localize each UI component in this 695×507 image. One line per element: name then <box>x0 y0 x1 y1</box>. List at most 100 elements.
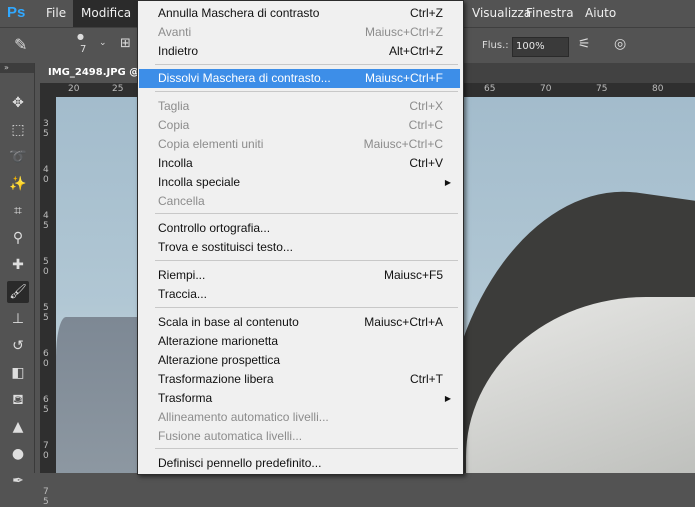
menu-item-label: Avanti <box>158 25 192 39</box>
ruler-tick-label: 6 0 <box>43 349 49 369</box>
menu-item-label: Trasformazione libera <box>158 372 274 386</box>
menu-item-label: Traccia... <box>158 287 207 301</box>
submenu-arrow-icon: ▶ <box>444 178 451 187</box>
menu-item[interactable]: Dissolvi Maschera di contrasto... Maiusc+… <box>139 69 460 88</box>
menu-item[interactable]: Incolla speciale ▶ <box>139 173 460 192</box>
paint-bucket-icon[interactable]: ⛾ <box>7 389 29 411</box>
brush-panel-icon[interactable]: ⊞ <box>120 36 131 51</box>
marquee-icon[interactable]: ⬚ <box>7 119 29 141</box>
menu-item[interactable]: Scala in base al contenuto Maiusc+Ctrl+A <box>139 313 460 332</box>
menu-item[interactable]: Incolla Ctrl+V <box>139 154 460 173</box>
menu-file[interactable]: File <box>38 0 74 27</box>
eyedropper-icon[interactable]: ⚲ <box>7 227 29 249</box>
ruler-tick-label: 5 0 <box>43 257 49 277</box>
dodge-icon[interactable]: ● <box>7 443 29 465</box>
ruler-tick-label: 3 5 <box>43 119 49 139</box>
menu-item-label: Definisci pennello predefinito... <box>158 456 322 470</box>
menu-item-shortcut: Ctrl+C <box>408 118 443 132</box>
menu-item-label: Dissolvi Maschera di contrasto... <box>158 71 331 85</box>
menu-item-shortcut: Ctrl+T <box>410 372 443 386</box>
ruler-tick-label: 65 <box>484 84 496 94</box>
brush-preset-icon[interactable]: ✎ <box>14 35 27 54</box>
menu-item-label: Annulla Maschera di contrasto <box>158 6 320 20</box>
photoshop-logo: Ps <box>7 4 26 21</box>
menu-item-label: Allineamento automatico livelli... <box>158 410 329 424</box>
menu-separator <box>155 91 458 92</box>
menu-item-shortcut: Ctrl+V <box>409 156 443 170</box>
magic-wand-icon[interactable]: ✨ <box>7 173 29 195</box>
chevron-down-icon[interactable]: ⌄ <box>99 38 107 48</box>
ruler-tick-label: 20 <box>68 84 80 94</box>
ruler-tick-label: 4 5 <box>43 211 49 231</box>
menu-item[interactable]: Traccia... <box>139 285 460 304</box>
crop-icon[interactable]: ⌗ <box>7 200 29 222</box>
menu-separator <box>155 307 458 308</box>
menu-item-shortcut: Maiusc+F5 <box>383 268 443 282</box>
healing-brush-icon[interactable]: ✚ <box>7 254 29 276</box>
menu-item: Cancella <box>139 192 460 211</box>
menu-item[interactable]: Trasforma ▶ <box>139 389 460 408</box>
menu-item[interactable]: Controllo ortografia... <box>139 219 460 238</box>
menu-item-shortcut: Ctrl+Z <box>410 6 443 20</box>
edit-menu-dropdown: Annulla Maschera di contrasto Ctrl+Z Avant… <box>137 0 464 475</box>
menu-item[interactable]: Trasformazione libera Ctrl+T <box>139 370 460 389</box>
pressure-size-icon[interactable]: ◎ <box>614 36 626 52</box>
ruler-tick-label: 70 <box>540 84 552 94</box>
menu-item-label: Indietro <box>158 44 199 58</box>
menu-aiuto[interactable]: Aiuto <box>577 0 624 27</box>
flow-input[interactable]: 100% <box>512 37 569 57</box>
pen-icon[interactable]: ✒ <box>7 470 29 492</box>
menu-item-shortcut: Maiusc+Ctrl+F <box>364 71 443 85</box>
menu-item[interactable]: Definisci pennello predefinito... <box>139 454 460 473</box>
menu-finestra[interactable]: Finestra <box>518 0 582 27</box>
lasso-icon[interactable]: ➰ <box>7 146 29 168</box>
menu-item[interactable]: Indietro Alt+Ctrl+Z <box>139 42 460 61</box>
airbrush-icon[interactable]: ⚟ <box>578 36 591 52</box>
menu-item: Avanti Maiusc+Ctrl+Z <box>139 23 460 42</box>
menu-item[interactable]: Riempi... Maiusc+F5 <box>139 266 460 285</box>
menu-item: Taglia Ctrl+X <box>139 97 460 116</box>
menu-separator <box>155 448 458 449</box>
menu-item[interactable]: Alterazione marionetta <box>139 332 460 351</box>
menu-item-label: Incolla speciale <box>158 175 241 189</box>
menu-item: Allineamento automatico livelli... <box>139 408 460 427</box>
menu-item-label: Trova e sostituisci testo... <box>158 240 293 254</box>
menu-item-shortcut: Maiusc+Ctrl+A <box>364 315 443 329</box>
menu-item: Copia elementi uniti Maiusc+Ctrl+C <box>139 135 460 154</box>
menu-separator <box>155 213 458 214</box>
ruler-tick-label: 5 5 <box>43 303 49 323</box>
menu-item-label: Scala in base al contenuto <box>158 315 299 329</box>
menu-item[interactable]: Annulla Maschera di contrasto Ctrl+Z <box>139 4 460 23</box>
menu-item: Copia Ctrl+C <box>139 116 460 135</box>
menu-item-shortcut: Ctrl+X <box>409 99 443 113</box>
collapse-arrows-icon[interactable]: » <box>0 63 34 73</box>
menu-item-label: Fusione automatica livelli... <box>158 429 303 443</box>
ruler-tick-label: 6 5 <box>43 395 49 415</box>
menu-separator <box>155 260 458 261</box>
menu-item-shortcut: Maiusc+Ctrl+C <box>363 137 443 151</box>
menu-item-label: Cancella <box>158 194 205 208</box>
menu-item-label: Taglia <box>158 99 190 113</box>
tools-panel: » ✥ ⬚ ➰ ✨ ⌗ ⚲ ✚ 🖌 ⊥ ↺ ◧ ⛾ ▲ ● ✒ <box>0 63 35 489</box>
menu-separator <box>155 64 458 65</box>
stamp-icon[interactable]: ⊥ <box>7 308 29 330</box>
submenu-arrow-icon: ▶ <box>444 394 451 403</box>
brush-icon[interactable]: 🖌 <box>7 281 29 303</box>
ruler-corner <box>40 83 56 97</box>
eraser-icon[interactable]: ◧ <box>7 362 29 384</box>
ruler-tick-label: 7 0 <box>43 441 49 461</box>
menu-modifica[interactable]: Modifica <box>73 0 140 27</box>
sharpen-icon[interactable]: ▲ <box>7 416 29 438</box>
menu-item-label: Controllo ortografia... <box>158 221 271 235</box>
ruler-tick-label: 80 <box>652 84 664 94</box>
menu-item-label: Riempi... <box>158 268 206 282</box>
menu-item[interactable]: Trova e sostituisci testo... <box>139 238 460 257</box>
menu-item[interactable]: Alterazione prospettica <box>139 351 460 370</box>
brush-dot-icon: ● <box>77 32 84 41</box>
menu-item: Fusione automatica livelli... <box>139 427 460 446</box>
menu-item-label: Alterazione marionetta <box>158 334 279 348</box>
brush-size-value[interactable]: 7 <box>80 44 86 55</box>
history-brush-icon[interactable]: ↺ <box>7 335 29 357</box>
move-icon[interactable]: ✥ <box>7 92 29 114</box>
document-tab[interactable]: IMG_2498.JPG @ <box>40 63 150 83</box>
